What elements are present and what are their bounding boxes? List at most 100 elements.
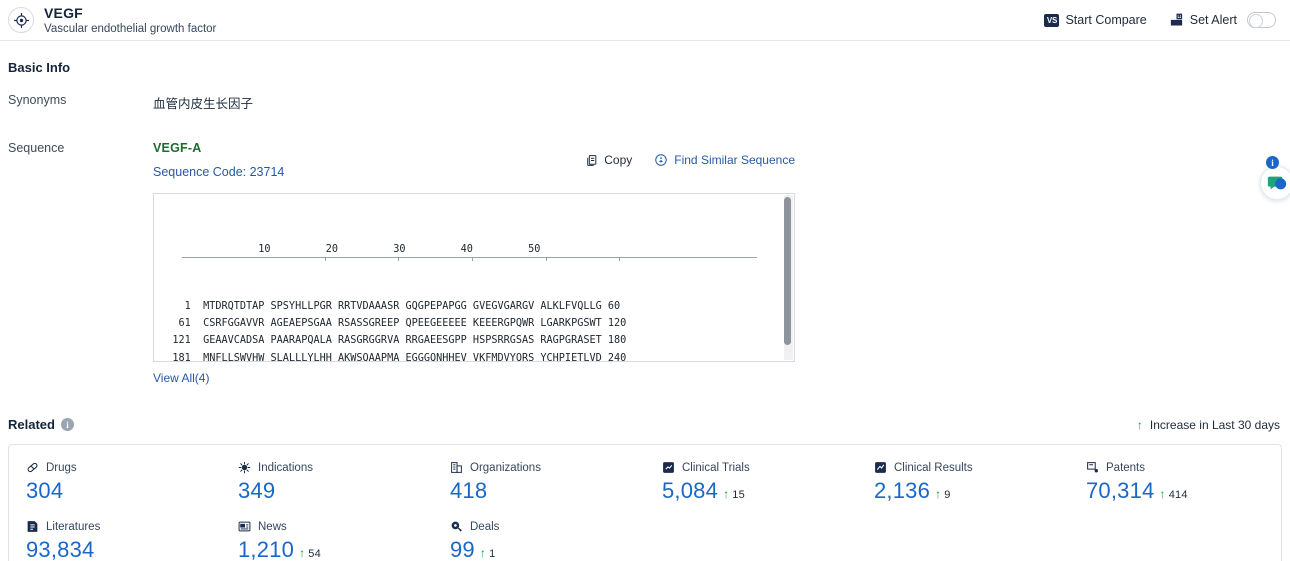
set-alert-control[interactable]: Set Alert bbox=[1169, 12, 1276, 28]
page-body: Basic Info Synonyms 血管内皮生长因子 Sequence VE… bbox=[0, 41, 1290, 561]
related-card-head: Patents bbox=[1086, 461, 1281, 474]
increase-arrow-icon: ↑ bbox=[479, 546, 487, 560]
related-bar: Related i ↑ Increase in Last 30 days bbox=[0, 417, 1290, 432]
increase-arrow-icon: ↑ bbox=[1136, 417, 1143, 432]
start-compare-label: Start Compare bbox=[1065, 13, 1147, 27]
sequence-code-link[interactable]: Sequence Code: 23714 bbox=[153, 165, 795, 179]
clinical-result-icon bbox=[874, 461, 887, 474]
header-actions: VS Start Compare Set Alert bbox=[1044, 12, 1276, 28]
related-card-label: Drugs bbox=[46, 461, 77, 474]
sequence-content: 10 20 30 40 50 1 MTDRQTDTAP SPSYHLLPGR R… bbox=[154, 194, 794, 362]
patent-icon bbox=[1086, 461, 1099, 474]
increase-arrow-icon: ↑ bbox=[935, 487, 942, 501]
related-card-delta: ↑ 54 bbox=[299, 547, 321, 560]
related-card-label: Organizations bbox=[470, 461, 541, 474]
info-icon[interactable]: i bbox=[60, 418, 74, 431]
related-card-head: Indications bbox=[238, 461, 433, 474]
find-similar-icon bbox=[654, 153, 668, 167]
related-card-indications[interactable]: Indications 349 bbox=[221, 461, 433, 504]
increase-arrow-icon: ↑ bbox=[299, 546, 306, 560]
related-card-value-wrap: 304 bbox=[26, 478, 221, 504]
sequence-label: Sequence bbox=[8, 141, 65, 155]
sequence-ruler-line bbox=[182, 256, 757, 258]
related-card-value-wrap: 93,834 bbox=[26, 537, 221, 561]
sequence-ruler: 10 20 30 40 50 bbox=[154, 241, 794, 263]
sequence-line: 1 MTDRQTDTAP SPSYHLLPGR RRTVDAAASR GQGPE… bbox=[154, 300, 621, 312]
sequence-line: 61 CSRFGGAVVR AGEAEPSGAA RSASSGREEP QPEE… bbox=[154, 318, 627, 330]
related-card-head: Clinical Results bbox=[874, 461, 1069, 474]
sequence-scrollbar-thumb[interactable] bbox=[784, 197, 791, 345]
copy-label: Copy bbox=[604, 153, 633, 167]
related-card-label: Indications bbox=[258, 461, 313, 474]
related-card-value-wrap: 99 ↑ 1 bbox=[450, 537, 645, 561]
synonyms-label: Synonyms bbox=[8, 93, 67, 107]
related-card-label: Literatures bbox=[46, 520, 101, 533]
sequence-line: 121 GEAAVCADSA PAARAPQALA RASGRGGRVA RRG… bbox=[154, 335, 627, 347]
related-card-value-wrap: 2,136 ↑ 9 bbox=[874, 478, 1069, 504]
sequence-ruler-labels: 10 20 30 40 50 bbox=[154, 243, 541, 255]
legend: ↑ Increase in Last 30 days bbox=[1137, 418, 1280, 432]
related-card-delta: ↑ 15 bbox=[723, 488, 745, 501]
related-card-value: 70,314 bbox=[1086, 478, 1155, 503]
related-card-label: Patents bbox=[1106, 461, 1145, 474]
page-subtitle: Vascular endothelial growth factor bbox=[44, 22, 217, 35]
related-card-value: 93,834 bbox=[26, 537, 95, 561]
related-card-label: News bbox=[258, 520, 287, 533]
sequence-scrollbar[interactable] bbox=[784, 195, 793, 360]
related-card-patents[interactable]: Patents 70,314 ↑ 414 bbox=[1069, 461, 1281, 504]
building-icon bbox=[450, 461, 463, 474]
related-card-value: 5,084 bbox=[662, 478, 719, 503]
related-cards-grid: Drugs 304 Indications 349 Organizations 418 Cl… bbox=[9, 461, 1281, 561]
related-card-value: 304 bbox=[26, 478, 64, 503]
copy-icon bbox=[585, 154, 598, 167]
start-compare-button[interactable]: VS Start Compare bbox=[1044, 13, 1147, 27]
related-card-head: Literatures bbox=[26, 520, 221, 533]
related-card-organizations[interactable]: Organizations 418 bbox=[433, 461, 645, 504]
sequence-line: 181 MNFLLSWVHW SLALLLYLHH AKWSQAAPMA EGG… bbox=[154, 352, 627, 362]
related-card-value-wrap: 349 bbox=[238, 478, 433, 504]
related-card-value: 418 bbox=[450, 478, 488, 503]
pill-icon bbox=[26, 461, 39, 474]
related-card-delta: ↑ 9 bbox=[935, 488, 951, 501]
related-card-value: 99 bbox=[450, 537, 475, 561]
related-card-deals[interactable]: Deals 99 ↑ 1 bbox=[433, 520, 645, 561]
page-title: VEGF bbox=[44, 4, 83, 21]
set-alert-label: Set Alert bbox=[1189, 13, 1237, 27]
page-header: VEGF Vascular endothelial growth factor … bbox=[0, 0, 1290, 41]
related-heading: Related bbox=[8, 417, 55, 432]
view-all-link[interactable]: View All(4) bbox=[153, 371, 795, 385]
related-card-value-wrap: 1,210 ↑ 54 bbox=[238, 537, 433, 561]
help-badge: i bbox=[1266, 156, 1279, 169]
related-cards-panel: Drugs 304 Indications 349 Organizations 418 Cl… bbox=[8, 444, 1282, 561]
synonyms-row: Synonyms 血管内皮生长因子 bbox=[0, 93, 1290, 113]
floating-help-widget[interactable]: i bbox=[1258, 156, 1290, 200]
related-card-delta-value: 15 bbox=[732, 489, 745, 501]
news-icon bbox=[238, 520, 251, 533]
related-card-value: 349 bbox=[238, 478, 276, 503]
related-card-delta: ↑ 1 bbox=[480, 547, 496, 560]
related-card-value: 1,210 bbox=[238, 537, 295, 561]
copy-button[interactable]: Copy bbox=[585, 153, 632, 167]
legend-label: Increase in Last 30 days bbox=[1149, 417, 1280, 432]
related-card-delta-value: 54 bbox=[308, 548, 321, 560]
help-chat-icon[interactable] bbox=[1260, 166, 1290, 200]
virus-icon bbox=[238, 461, 251, 474]
sequence-viewer[interactable]: 10 20 30 40 50 1 MTDRQTDTAP SPSYHLLPGR R… bbox=[153, 193, 795, 362]
set-alert-toggle[interactable] bbox=[1247, 12, 1276, 28]
clinical-trial-icon bbox=[662, 461, 675, 474]
related-card-value-wrap: 418 bbox=[450, 478, 645, 504]
related-card-head: News bbox=[238, 520, 433, 533]
related-card-label: Clinical Results bbox=[894, 461, 973, 474]
header-titles: VEGF Vascular endothelial growth factor bbox=[44, 5, 216, 36]
related-card-literatures[interactable]: Literatures 93,834 bbox=[9, 520, 221, 561]
related-card-delta-value: 9 bbox=[944, 489, 951, 501]
sequence-tools: Copy Find Similar Sequence bbox=[585, 153, 795, 167]
increase-arrow-icon: ↑ bbox=[723, 487, 730, 501]
related-card-news[interactable]: News 1,210 ↑ 54 bbox=[221, 520, 433, 561]
sequence-lines: 1 MTDRQTDTAP SPSYHLLPGR RRTVDAAASR GQGPE… bbox=[154, 298, 794, 362]
related-card-clinical-trials[interactable]: Clinical Trials 5,084 ↑ 15 bbox=[645, 461, 857, 504]
related-card-label: Clinical Trials bbox=[682, 461, 750, 474]
related-card-drugs[interactable]: Drugs 304 bbox=[9, 461, 221, 504]
find-similar-sequence-button[interactable]: Find Similar Sequence bbox=[654, 153, 795, 167]
related-card-clinical-results[interactable]: Clinical Results 2,136 ↑ 9 bbox=[857, 461, 1069, 504]
